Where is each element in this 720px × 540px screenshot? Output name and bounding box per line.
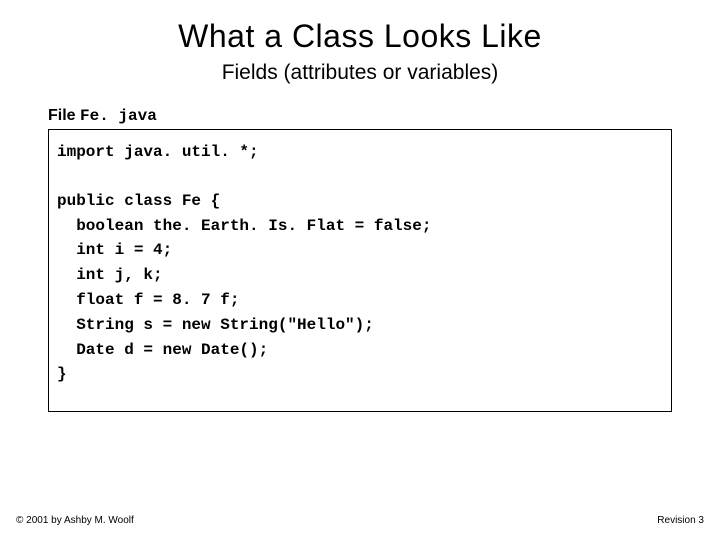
code-line: int i = 4; [57,238,663,263]
code-line: public class Fe { [57,189,663,214]
code-box: import java. util. *; public class Fe { … [48,129,672,412]
slide-subtitle: Fields (attributes or variables) [0,61,720,85]
code-line: String s = new String("Hello"); [57,313,663,338]
code-line: } [57,362,663,387]
file-label: File Fe. java [48,107,720,125]
footer-copyright: © 2001 by Ashby M. Woolf [16,515,134,526]
slide: What a Class Looks Like Fields (attribut… [0,0,720,540]
footer-revision: Revision 3 [657,515,704,526]
code-line: int j, k; [57,263,663,288]
file-label-prefix: File [48,107,80,124]
blank-line [57,165,663,189]
file-name: Fe. java [80,107,157,125]
code-line: Date d = new Date(); [57,338,663,363]
code-line: import java. util. *; [57,140,663,165]
code-line: boolean the. Earth. Is. Flat = false; [57,214,663,239]
slide-title: What a Class Looks Like [0,0,720,55]
code-line: float f = 8. 7 f; [57,288,663,313]
